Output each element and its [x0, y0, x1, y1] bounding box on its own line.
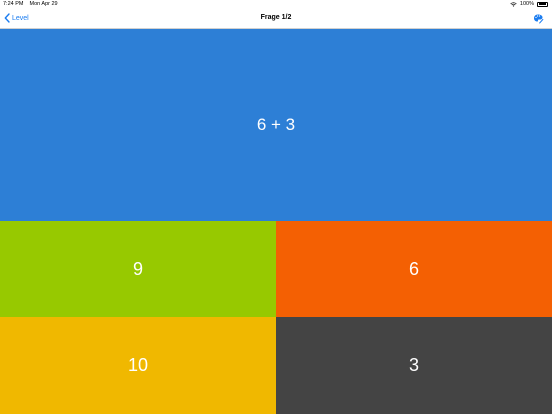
- palette-icon[interactable]: [533, 13, 544, 24]
- question-text: 6 + 3: [256, 115, 296, 134]
- answer-label: 10: [127, 355, 149, 375]
- navigation-bar: Level Frage 1/2: [0, 10, 552, 29]
- question-panel: 6 + 3: [0, 29, 552, 221]
- status-left: 7:24 PM Mon Apr 29: [3, 1, 58, 7]
- status-right: 100%: [510, 1, 548, 7]
- wifi-icon: [510, 1, 517, 7]
- status-bar: 7:24 PM Mon Apr 29 100%: [0, 0, 552, 10]
- page-title: Frage 1/2: [260, 14, 292, 21]
- answer-button-2[interactable]: 6: [276, 221, 552, 317]
- status-date: Mon Apr 29: [29, 1, 58, 7]
- battery-percent: 100%: [519, 1, 534, 7]
- battery-icon: [537, 1, 548, 7]
- answer-label: 3: [408, 355, 419, 375]
- answer-button-3[interactable]: 10: [0, 317, 276, 414]
- answer-label: 9: [132, 258, 143, 279]
- answer-button-4[interactable]: 3: [276, 317, 552, 414]
- answer-label: 6: [408, 258, 419, 279]
- app-screen: 7:24 PM Mon Apr 29 100% Level Frage 1/2: [0, 0, 552, 414]
- answer-button-1[interactable]: 9: [0, 221, 276, 317]
- status-time: 7:24 PM: [3, 1, 24, 7]
